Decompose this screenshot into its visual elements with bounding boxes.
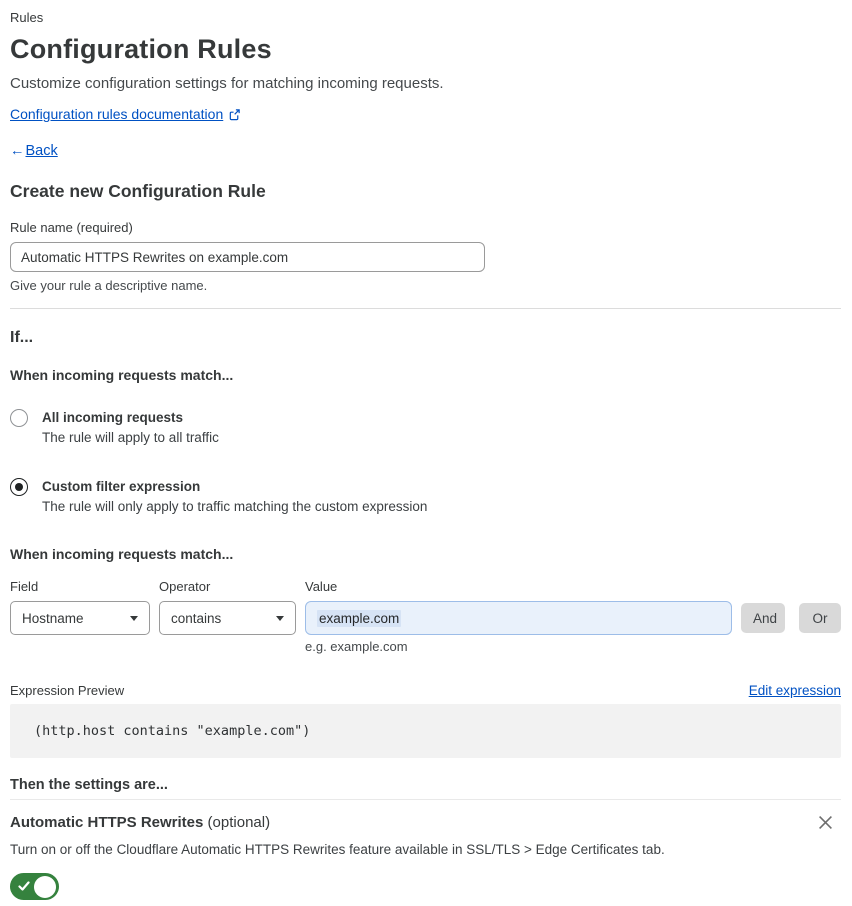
match-subheading: When incoming requests match... <box>10 367 234 383</box>
value-input[interactable]: example.com <box>305 601 732 635</box>
field-select[interactable]: Hostname <box>10 601 150 635</box>
radio-option-label: All incoming requests <box>42 410 184 425</box>
then-settings-heading: Then the settings are... <box>10 777 168 793</box>
rule-name-help: Give your rule a descriptive name. <box>10 278 208 293</box>
expression-preview-header: Expression Preview Edit expression <box>10 683 841 699</box>
radio-selected-icon[interactable] <box>10 478 28 496</box>
back-link[interactable]: Back <box>26 142 58 160</box>
rule-name-label: Rule name (required) <box>10 220 133 235</box>
radio-option-custom-filter-expression[interactable]: Custom filter expression The rule will o… <box>10 478 841 515</box>
edit-expression-link[interactable]: Edit expression <box>749 683 841 699</box>
page-title: Configuration Rules <box>10 34 272 64</box>
setting-divider <box>10 799 841 800</box>
create-rule-heading: Create new Configuration Rule <box>10 181 266 201</box>
value-column-label: Value <box>305 579 338 594</box>
back-link-row: ← Back <box>10 142 841 160</box>
setting-optional-label: (optional) <box>203 814 271 831</box>
configuration-rules-page: Rules Configuration Rules Customize conf… <box>0 0 852 900</box>
page-description: Customize configuration settings for mat… <box>10 75 444 92</box>
breadcrumb: Rules <box>10 10 44 25</box>
back-arrow-icon: ← <box>10 143 25 159</box>
radio-option-label: Custom filter expression <box>42 479 201 494</box>
if-heading: If... <box>10 329 34 346</box>
setting-name: Automatic HTTPS Rewrites <box>10 814 204 831</box>
setting-title: Automatic HTTPS Rewrites (optional) <box>10 813 270 832</box>
operator-select[interactable]: contains <box>159 601 296 635</box>
expression-preview-code: (http.host contains "example.com") <box>10 704 841 758</box>
radio-option-all-incoming-requests[interactable]: All incoming requests The rule will appl… <box>10 409 841 446</box>
field-select-value: Hostname <box>22 610 84 626</box>
setting-description: Turn on or off the Cloudflare Automatic … <box>10 842 665 857</box>
external-link-icon <box>228 108 241 121</box>
rule-name-input[interactable] <box>10 242 485 272</box>
value-hint: e.g. example.com <box>305 639 408 654</box>
radio-unselected-icon[interactable] <box>10 409 28 427</box>
setting-header: Automatic HTTPS Rewrites (optional) <box>10 813 841 832</box>
value-input-text: example.com <box>317 609 402 627</box>
radio-option-description: The rule will apply to all traffic <box>42 430 219 445</box>
radio-option-description: The rule will only apply to traffic matc… <box>42 499 428 514</box>
chevron-down-icon <box>130 615 138 621</box>
expression-builder-row: Hostname contains example.com And Or <box>10 601 841 635</box>
close-icon[interactable] <box>816 813 835 832</box>
documentation-link-row: Configuration rules documentation <box>10 106 841 123</box>
builder-heading: When incoming requests match... <box>10 546 234 562</box>
documentation-link[interactable]: Configuration rules documentation <box>10 106 223 123</box>
chevron-down-icon <box>276 615 284 621</box>
expression-preview-label: Expression Preview <box>10 683 125 698</box>
or-button[interactable]: Or <box>799 603 841 633</box>
automatic-https-rewrites-toggle[interactable] <box>10 873 59 900</box>
operator-select-value: contains <box>171 610 222 626</box>
section-divider <box>10 308 841 309</box>
builder-column-labels: Field Operator Value <box>10 579 841 594</box>
operator-column-label: Operator <box>159 579 211 594</box>
check-icon <box>17 879 31 896</box>
field-column-label: Field <box>10 579 39 594</box>
toggle-knob <box>34 875 56 898</box>
and-button[interactable]: And <box>741 603 785 633</box>
